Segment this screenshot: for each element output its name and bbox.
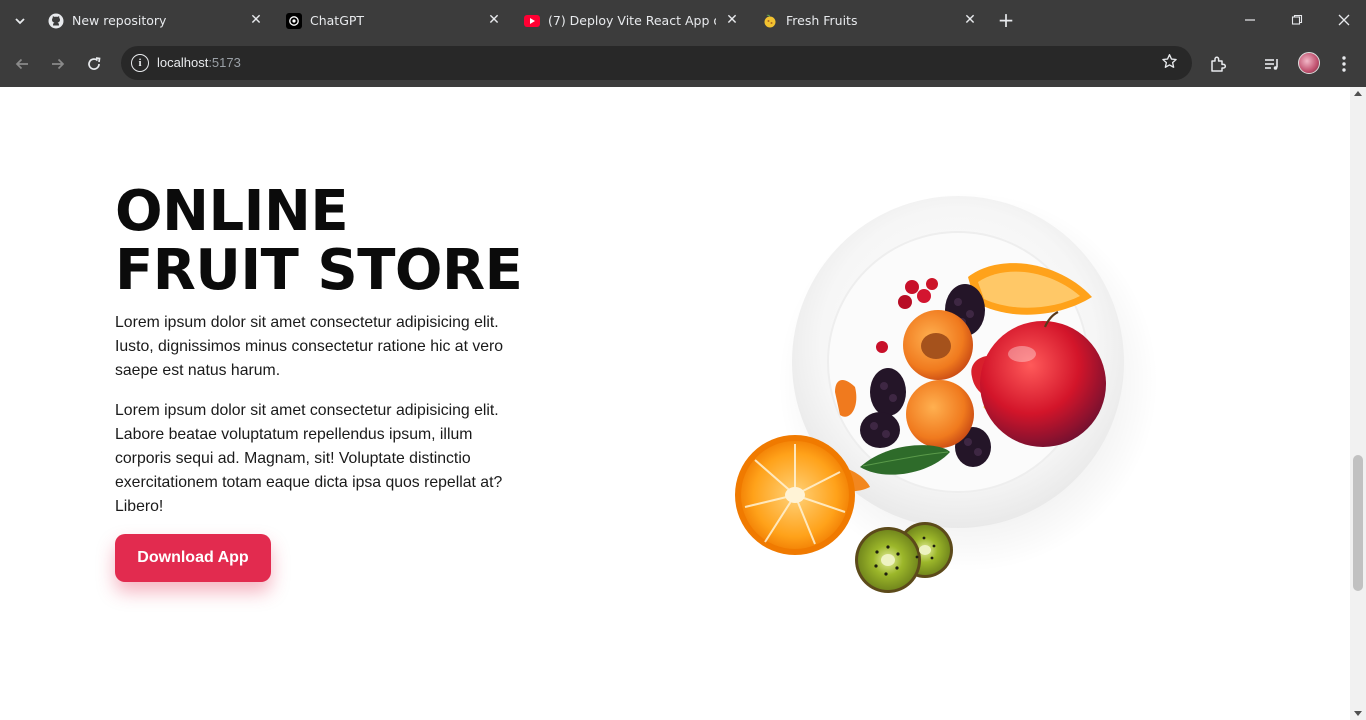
youtube-icon <box>524 13 540 29</box>
url-text[interactable]: localhost:5173 <box>157 55 241 70</box>
back-icon[interactable] <box>9 51 35 77</box>
profile-avatar[interactable] <box>1298 52 1320 74</box>
media-controls-icon[interactable] <box>1259 51 1285 77</box>
url-host: localhost <box>157 55 209 70</box>
forward-icon[interactable] <box>45 51 71 77</box>
tab-fresh-fruits[interactable]: Fresh Fruits ✕ <box>754 0 986 41</box>
close-tab-icon[interactable]: ✕ <box>486 12 502 28</box>
scrollbar-thumb[interactable] <box>1353 455 1363 591</box>
hero-paragraph-1: Lorem ipsum dolor sit amet consectetur a… <box>115 314 504 379</box>
url-port: :5173 <box>208 55 241 70</box>
page-viewport: ONLINE FRUIT STORE Lorem ipsum dolor sit… <box>0 87 1350 720</box>
hero-title: ONLINE FRUIT STORE <box>115 179 523 303</box>
restore-icon[interactable] <box>1286 9 1308 31</box>
scroll-down-arrow-icon[interactable] <box>1354 711 1362 716</box>
tab-youtube-deploy[interactable]: (7) Deploy Vite React App on Gi ✕ <box>516 0 748 41</box>
close-tab-icon[interactable]: ✕ <box>724 12 740 28</box>
download-app-button[interactable]: Download App <box>115 534 271 582</box>
extensions-icon[interactable] <box>1205 51 1231 77</box>
close-tab-icon[interactable]: ✕ <box>962 12 978 28</box>
fruit-favicon-icon <box>762 13 778 29</box>
hero-title-line1: ONLINE <box>115 179 349 244</box>
chatgpt-icon <box>286 12 302 29</box>
tab-title: New repository <box>72 13 167 28</box>
tab-new-repository[interactable]: New repository ✕ <box>40 0 272 41</box>
scroll-up-arrow-icon[interactable] <box>1354 91 1362 96</box>
hero-title-line2: FRUIT STORE <box>115 238 523 303</box>
minimize-icon[interactable] <box>1239 9 1261 31</box>
more-menu-icon[interactable] <box>1331 51 1357 77</box>
new-tab-icon[interactable]: + <box>995 8 1017 32</box>
tab-title: (7) Deploy Vite React App on Gi <box>548 13 716 28</box>
site-info-icon[interactable]: i <box>131 54 149 72</box>
bookmark-star-icon[interactable] <box>1161 53 1178 75</box>
reload-icon[interactable] <box>81 51 107 77</box>
address-bar[interactable]: i localhost:5173 <box>121 46 1192 80</box>
tab-strip: New repository ✕ ChatGPT ✕ (7) Deploy Vi… <box>0 0 1366 41</box>
tab-search-dropdown-icon[interactable] <box>8 9 32 33</box>
tab-chatgpt[interactable]: ChatGPT ✕ <box>278 0 510 41</box>
tab-title: Fresh Fruits <box>786 13 858 28</box>
fruit-plate-image <box>735 192 1158 593</box>
browser-toolbar: i localhost:5173 <box>0 41 1366 87</box>
vertical-scrollbar[interactable] <box>1350 87 1366 720</box>
github-icon <box>48 13 64 29</box>
hero-paragraph-2: Lorem ipsum dolor sit amet consectetur a… <box>115 402 503 515</box>
tab-title: ChatGPT <box>310 13 365 28</box>
close-window-icon[interactable] <box>1333 9 1355 31</box>
close-tab-icon[interactable]: ✕ <box>248 12 264 28</box>
